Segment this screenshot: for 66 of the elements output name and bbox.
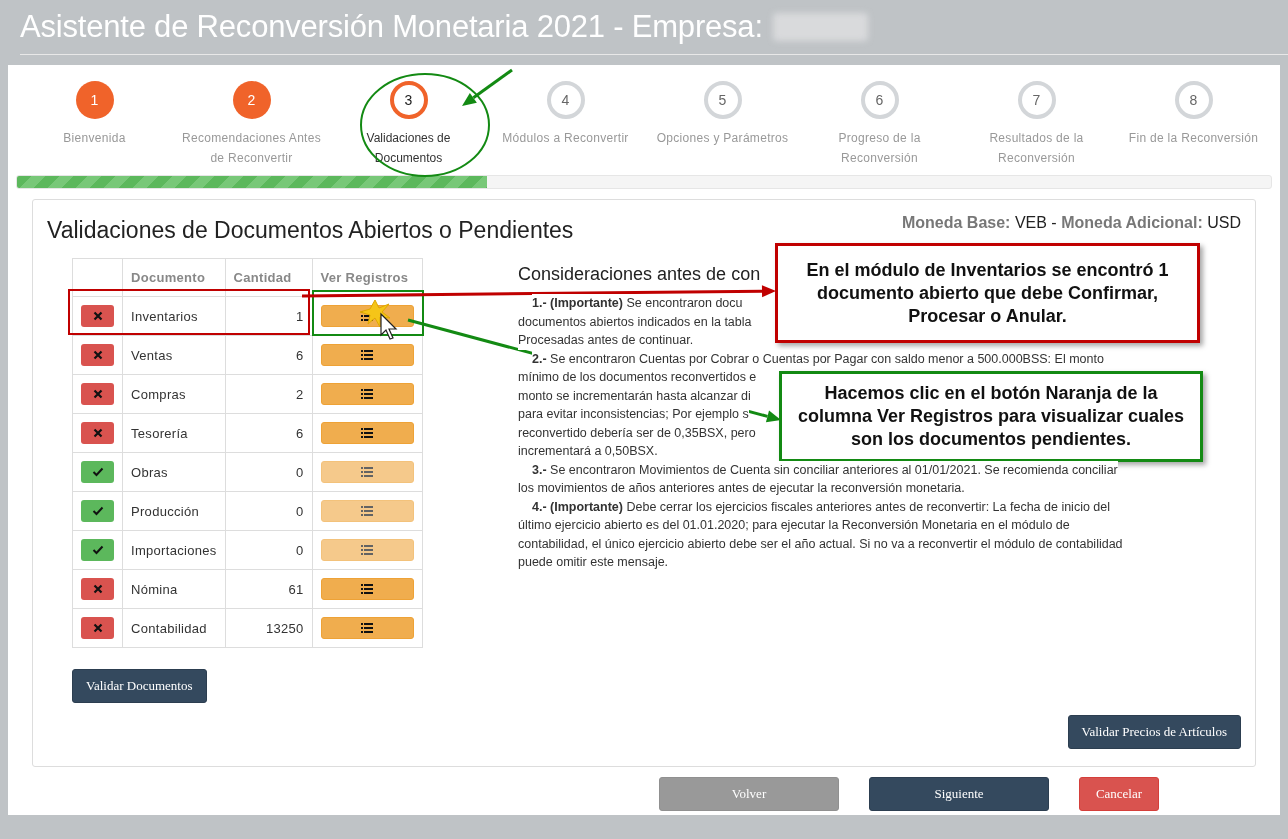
list-icon [361,506,374,516]
table-cell: 6 [225,413,313,453]
table-cell: Ventas [122,335,226,375]
table-cell: 6 [225,335,313,375]
click-burst-icon [359,299,391,328]
view-records-button[interactable] [320,422,414,444]
table-cell: 2 [225,374,313,414]
step-label: Bienvenida [62,130,127,147]
list-icon [361,584,374,594]
window-title: Asistente de Reconversión Monetaria 2021 - Empresa: [20,9,763,45]
step-label: Resultados de la Reconversión [988,130,1085,167]
table-cell: Nómina [122,569,226,609]
column-header: Ver Registros [312,258,423,297]
cancel-button[interactable]: Cancelar [1079,777,1159,811]
table-cell: Importaciones [122,530,226,570]
table-cell: 13250 [225,608,313,648]
view-records-button[interactable] [320,383,414,405]
table-cell: Tesorería [122,413,226,453]
consideration-text: 1.- (Importante) Se encontraron docu [532,294,743,313]
list-icon [361,350,374,360]
table-cell: Inventarios [122,296,226,336]
validate-documents-button[interactable]: Validar Documentos [72,669,207,703]
callout-note: Hacemos clic en el botón Naranja de la columna Ver Registros para visualizar cuales son los documentos pendientes. [779,371,1203,462]
column-header: Documento [122,258,226,297]
step-label: Progreso de la Reconversión [837,130,922,167]
step-label: Validaciones de Documentos [365,130,452,167]
list-icon [361,545,374,555]
table-cell: Obras [122,452,226,492]
callout-note: En el módulo de Inventarios se encontró 1 documento abierto que debe Confirmar, Procesar o Anular. [775,243,1200,343]
table-cell: 0 [225,491,313,531]
list-icon [361,389,374,399]
step-circle[interactable]: 4 [546,81,585,119]
table-cell: 0 [225,530,313,570]
currency-info: Moneda Base: VEB - Moneda Adicional: USD [901,214,1241,232]
table-cell: Producción [122,491,226,531]
section-title: Validaciones de Documentos Abiertos o Pendientes [47,216,574,244]
column-header: Cantidad [225,258,313,297]
cursor-icon [380,312,398,340]
arrow [462,68,513,106]
view-records-button[interactable] [320,344,414,366]
list-icon [361,623,374,633]
view-records-button[interactable] [320,617,414,639]
list-icon [361,428,374,438]
step-circle[interactable]: 8 [1174,81,1213,119]
step-circle[interactable]: 1 [75,81,114,119]
considerations-title: Consideraciones antes de con [518,264,761,285]
validate-prices-button[interactable]: Validar Precios de Artículos [1067,715,1241,749]
table-cell: Compras [122,374,226,414]
step-label: Opciones y Parámetros [655,130,790,147]
step-label: Módulos a Reconvertir [501,130,630,147]
table-cell: 61 [225,569,313,609]
view-records-button[interactable] [320,578,414,600]
step-label: Fin de la Reconversión [1127,130,1260,147]
step-circle[interactable]: 6 [860,81,899,119]
list-icon [361,467,374,477]
consideration-text: 2.- Se encontraron Cuentas por Cobrar o Cuentas por Pagar con saldo menor a 500.000BSS: El monto [532,349,1104,368]
next-button[interactable]: Siguiente [869,777,1049,811]
step-circle[interactable]: 7 [1017,81,1056,119]
table-cell: 0 [225,452,313,492]
step-circle[interactable]: 3 [389,81,428,119]
consideration-text: mínimo de los documentos reconvertidos e [518,368,757,387]
step-label: Recomendaciones Antes de Reconvertir [180,130,323,167]
consideration-text: para evitar inconsistencias; Por ejemplo s [518,405,749,424]
step-circle[interactable]: 2 [232,81,271,119]
table-cell: Contabilidad [122,608,226,648]
step-circle[interactable]: 5 [703,81,742,119]
